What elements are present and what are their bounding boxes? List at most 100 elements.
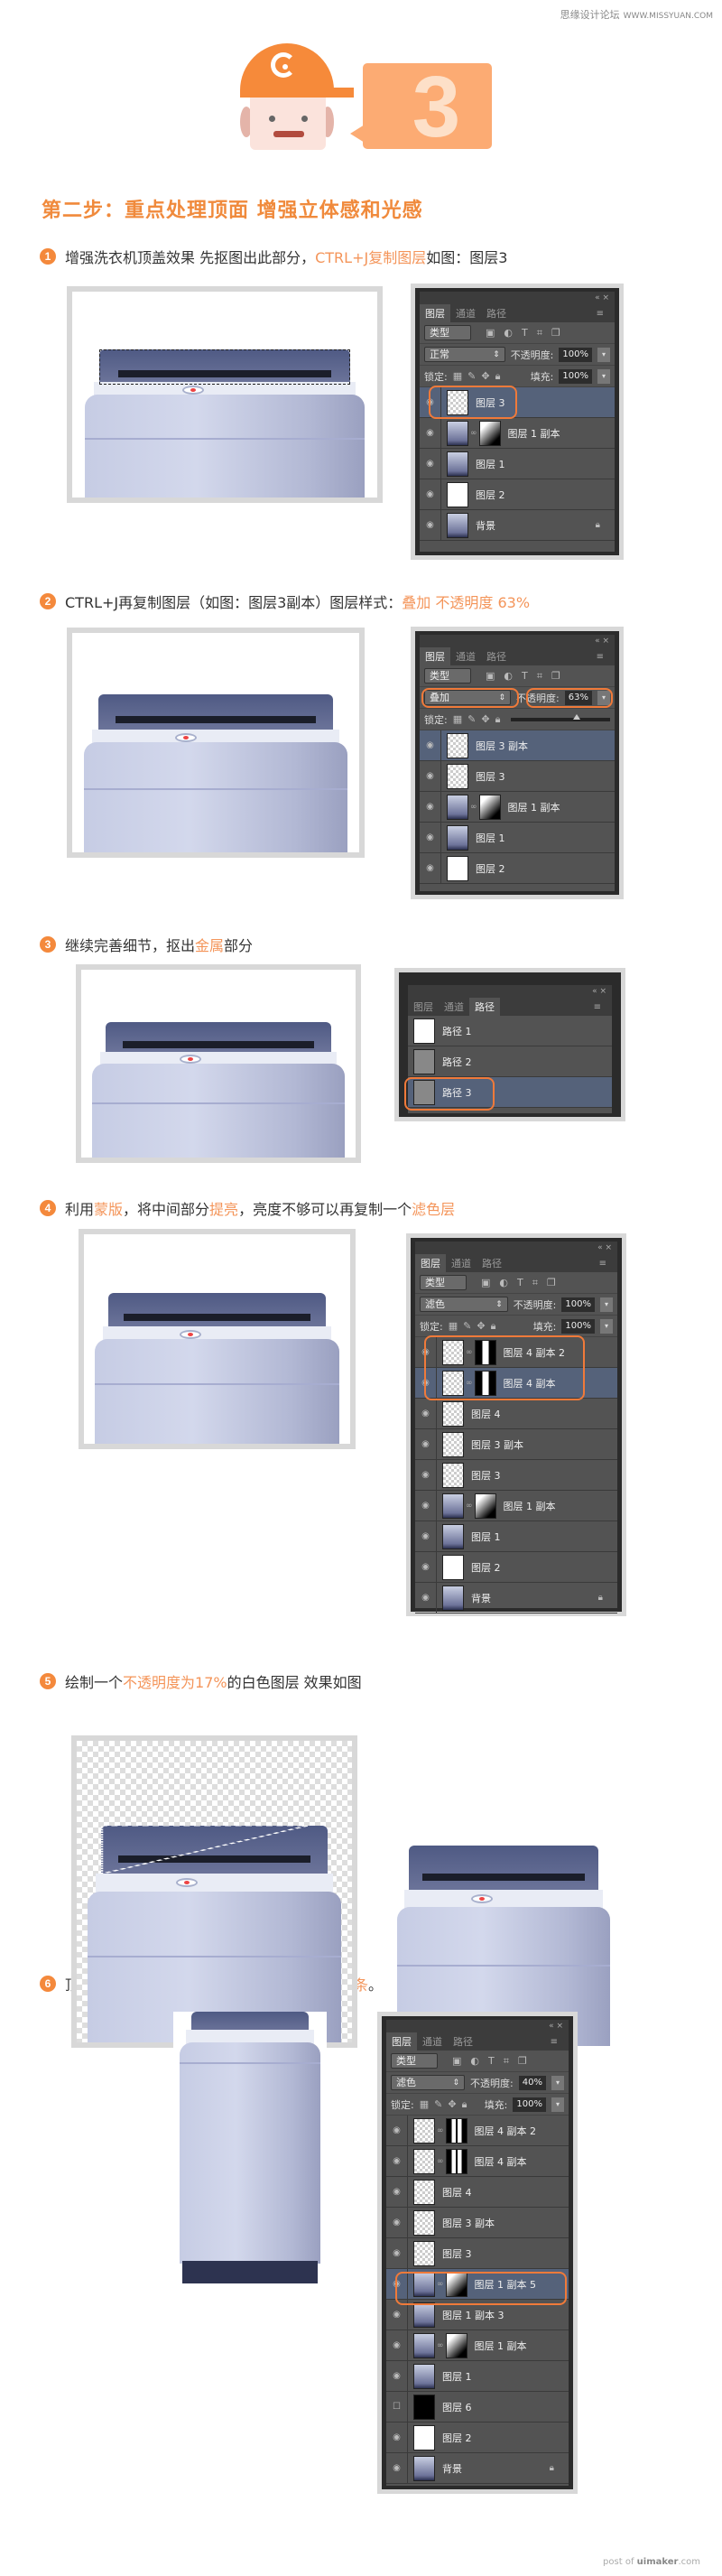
tab-paths[interactable]: 路径	[481, 647, 512, 665]
visibility-eye-icon[interactable]: ◉	[386, 2361, 408, 2391]
visibility-eye-icon[interactable]: ◉	[420, 761, 441, 791]
smart-object-filter-icon[interactable]: ❐	[547, 1277, 556, 1289]
visibility-eye-icon[interactable]: ◉	[420, 449, 441, 479]
layer-row[interactable]: ◉ 背景 🔒︎	[415, 1583, 617, 1613]
layer-mask-thumbnail[interactable]	[478, 794, 501, 820]
visibility-eye-icon[interactable]: ◉	[386, 2453, 408, 2483]
collapse-icon[interactable]: «	[595, 637, 600, 646]
panel-menu-icon[interactable]: ≡	[591, 307, 609, 321]
shape-filter-icon[interactable]: ⌗	[537, 327, 542, 339]
lock-all-icon[interactable]: 🔒︎	[495, 713, 501, 726]
filter-kind-select[interactable]: 类型	[424, 668, 471, 684]
lock-transparency-icon[interactable]: ▦	[420, 2098, 429, 2110]
visibility-eye-icon[interactable]: ◉	[386, 2238, 408, 2268]
layer-row[interactable]: ◉ ∞ 图层 4 副本	[386, 2146, 569, 2177]
tab-paths[interactable]: 路径	[448, 2032, 478, 2051]
blend-mode-select[interactable]: 正常 ⇕	[424, 347, 505, 362]
collapse-icon[interactable]: «	[595, 293, 600, 302]
smart-object-filter-icon[interactable]: ❐	[518, 2055, 527, 2068]
opacity-slider[interactable]	[511, 713, 610, 721]
lock-position-icon[interactable]: ✥	[481, 370, 489, 382]
close-icon[interactable]: ×	[602, 293, 609, 302]
visibility-eye-icon[interactable]: ◉	[386, 2177, 408, 2207]
blend-mode-select[interactable]: 滤色 ⇕	[420, 1297, 508, 1312]
visibility-eye-icon[interactable]: ◉	[415, 1460, 437, 1490]
tab-channels[interactable]: 通道	[446, 1254, 477, 1272]
visibility-eye-icon[interactable]: ◉	[420, 730, 441, 760]
layer-mask-thumbnail[interactable]	[445, 2117, 467, 2144]
lock-transparency-icon[interactable]: ▦	[453, 713, 462, 725]
layer-mask-thumbnail[interactable]	[445, 2148, 467, 2174]
visibility-eye-icon[interactable]: ◉	[420, 510, 441, 540]
layer-row[interactable]: ◉ 图层 3	[386, 2238, 569, 2269]
visibility-eye-icon[interactable]: ◉	[386, 2116, 408, 2145]
close-icon[interactable]: ×	[602, 637, 609, 646]
layer-row[interactable]: ◉ ∞ 图层 1 副本	[386, 2330, 569, 2361]
layer-row[interactable]: ◉ 图层 1	[386, 2361, 569, 2392]
adjustment-filter-icon[interactable]: ◐	[504, 327, 513, 339]
layer-row[interactable]: ◉ 图层 4	[415, 1399, 617, 1429]
pixel-filter-icon[interactable]: ▣	[486, 670, 495, 683]
panel-menu-icon[interactable]: ≡	[545, 2035, 563, 2049]
shape-filter-icon[interactable]: ⌗	[504, 2055, 509, 2068]
layer-row[interactable]: ◉ 图层 2	[420, 479, 615, 510]
lock-pixels-icon[interactable]: ✎	[463, 1320, 471, 1332]
layer-row[interactable]: ◉ 背景 🔒︎	[420, 510, 615, 541]
type-filter-icon[interactable]: T	[488, 2055, 495, 2068]
visibility-eye-icon[interactable]: ◉	[420, 823, 441, 852]
lock-all-icon[interactable]: 🔒︎	[491, 1320, 496, 1333]
visibility-eye-icon[interactable]: ◉	[415, 1552, 437, 1582]
collapse-icon[interactable]: «	[597, 1243, 603, 1252]
fill-input[interactable]: 100%	[513, 2097, 546, 2112]
visibility-eye-icon[interactable]: ◉	[415, 1429, 437, 1459]
close-icon[interactable]: ×	[556, 2022, 563, 2031]
layer-row[interactable]: ◉ 背景 🔒︎	[386, 2453, 569, 2484]
tab-layers[interactable]: 图层	[408, 998, 439, 1016]
fill-input[interactable]: 100%	[561, 1318, 595, 1334]
layer-row[interactable]: ◉ 图层 2	[415, 1552, 617, 1583]
layer-row[interactable]: ◉ 图层 2	[386, 2423, 569, 2453]
visibility-eye-icon[interactable]: ◉	[415, 1521, 437, 1551]
blend-mode-select[interactable]: 滤色 ⇕	[391, 2075, 466, 2090]
link-icon[interactable]: ∞	[437, 2157, 444, 2166]
adjustment-filter-icon[interactable]: ◐	[499, 1277, 508, 1289]
tab-channels[interactable]: 通道	[450, 647, 481, 665]
layer-row[interactable]: ☐ 图层 6	[386, 2392, 569, 2423]
lock-pixels-icon[interactable]: ✎	[467, 713, 476, 725]
tab-channels[interactable]: 通道	[439, 998, 469, 1016]
layer-mask-thumbnail[interactable]	[474, 1493, 496, 1519]
panel-menu-icon[interactable]: ≡	[591, 650, 609, 664]
layer-row[interactable]: ◉ 图层 3	[420, 761, 615, 792]
collapse-icon[interactable]: «	[549, 2022, 554, 2031]
lock-position-icon[interactable]: ✥	[448, 2098, 456, 2110]
layer-row[interactable]: ◉ 图层 3 副本	[415, 1429, 617, 1460]
layer-mask-thumbnail[interactable]	[445, 2332, 467, 2358]
visibility-eye-icon[interactable]: ◉	[420, 792, 441, 822]
layer-row[interactable]: ◉ 图层 2	[420, 853, 615, 884]
visibility-eye-icon[interactable]: ◉	[386, 2330, 408, 2360]
visibility-eye-icon[interactable]: ◉	[415, 1491, 437, 1520]
smart-object-filter-icon[interactable]: ❐	[551, 327, 560, 339]
fill-input[interactable]: 100%	[559, 368, 592, 384]
opacity-slider-thumb[interactable]	[573, 713, 581, 720]
link-icon[interactable]: ∞	[470, 429, 477, 438]
visibility-eye-icon[interactable]: ◉	[415, 1399, 437, 1428]
type-filter-icon[interactable]: T	[517, 1277, 523, 1289]
fill-dropdown-icon[interactable]: ▾	[600, 1318, 613, 1334]
visibility-eye-icon[interactable]: ◉	[386, 2146, 408, 2176]
layer-row[interactable]: ◉ 图层 1	[420, 449, 615, 479]
pixel-filter-icon[interactable]: ▣	[481, 1277, 490, 1289]
link-icon[interactable]: ∞	[437, 2126, 444, 2135]
lock-pixels-icon[interactable]: ✎	[467, 370, 476, 382]
adjustment-filter-icon[interactable]: ◐	[470, 2055, 479, 2068]
opacity-dropdown-icon[interactable]: ▾	[600, 1297, 613, 1312]
layer-row[interactable]: ◉ 图层 3	[415, 1460, 617, 1491]
lock-position-icon[interactable]: ✥	[481, 713, 489, 725]
lock-all-icon[interactable]: 🔒︎	[495, 370, 501, 383]
tab-paths[interactable]: 路径	[477, 1254, 507, 1272]
layer-mask-thumbnail[interactable]	[478, 420, 501, 446]
visibility-eye-icon[interactable]: ◉	[420, 479, 441, 509]
fill-dropdown-icon[interactable]: ▾	[551, 2097, 564, 2112]
visibility-eye-icon[interactable]: ◉	[420, 853, 441, 883]
layer-row[interactable]: ◉ ∞ 图层 1 副本	[420, 418, 615, 449]
